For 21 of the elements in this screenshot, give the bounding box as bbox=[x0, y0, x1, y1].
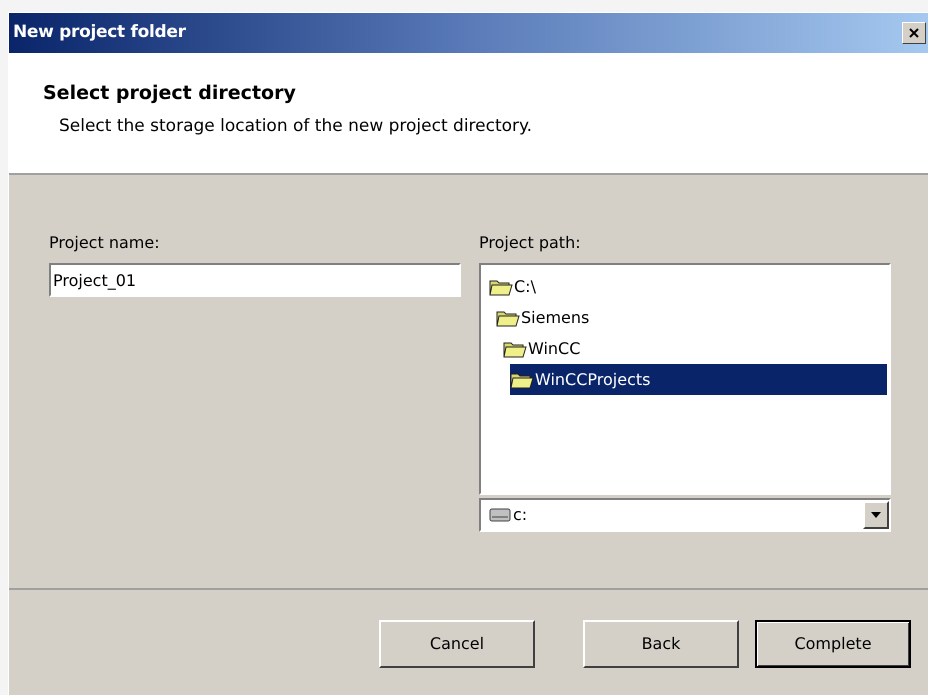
tree-item[interactable]: C:\ bbox=[489, 271, 538, 302]
header-subtitle: Select the storage location of the new project directory. bbox=[58, 114, 534, 138]
project-path-label: Project path: bbox=[479, 232, 582, 254]
dialog-button[interactable]: Complete bbox=[755, 620, 911, 668]
window-title: New project folder bbox=[13, 21, 186, 44]
tree-item[interactable]: WinCCProjects bbox=[510, 364, 887, 395]
close-icon bbox=[909, 28, 919, 38]
project-name-label: Project name: bbox=[49, 232, 161, 254]
drive-dropdown[interactable]: c: bbox=[479, 498, 891, 532]
tree-item[interactable]: Siemens bbox=[496, 302, 592, 333]
drive-icon bbox=[489, 508, 511, 522]
tree-item[interactable]: WinCC bbox=[503, 333, 582, 364]
caret-icon bbox=[871, 512, 881, 518]
project-name-field[interactable]: Project_01 bbox=[49, 263, 461, 297]
drive-value: c: bbox=[513, 504, 528, 526]
folder-tree[interactable]: C:\ Siemens WinCC WinCCProjects bbox=[479, 263, 891, 495]
dialog-button[interactable]: Back bbox=[583, 620, 739, 668]
dialog-button[interactable]: Cancel bbox=[379, 620, 535, 668]
close-button[interactable] bbox=[902, 22, 926, 44]
dropdown-button[interactable] bbox=[863, 501, 889, 529]
header-title: Select project directory bbox=[43, 81, 297, 106]
